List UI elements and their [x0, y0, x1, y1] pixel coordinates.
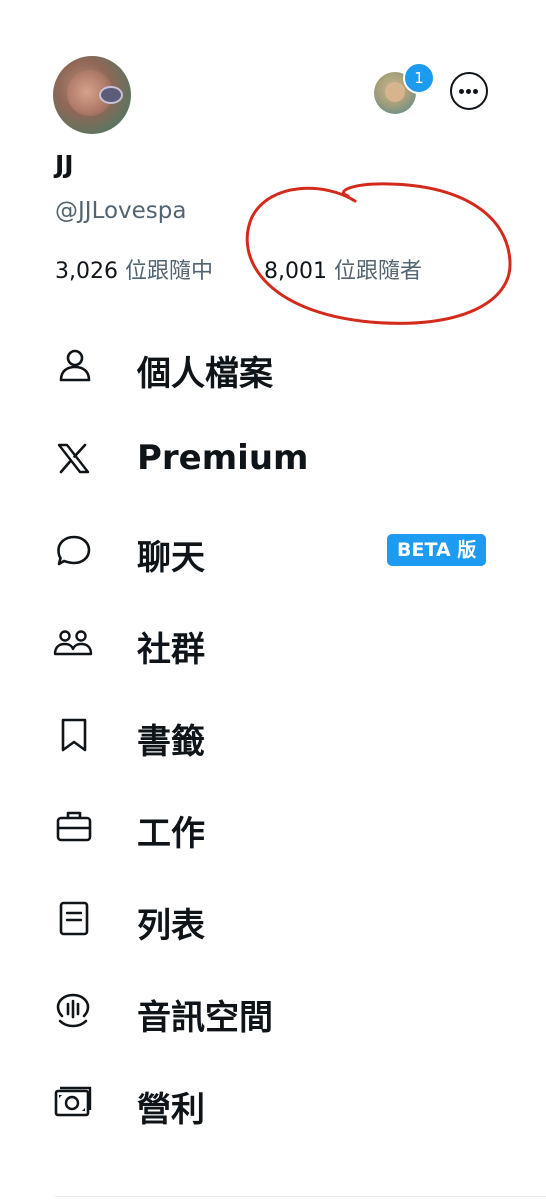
menu-item-label: 個人檔案	[137, 354, 273, 394]
more-dot	[466, 88, 471, 94]
more-dot	[459, 88, 464, 94]
following-label: 位跟隨中	[117, 259, 213, 284]
more-options-button[interactable]	[450, 72, 488, 110]
menu-item-communities[interactable]: 社群	[50, 612, 510, 672]
menu-item-label: 營利	[137, 1090, 205, 1130]
list-icon	[59, 901, 89, 936]
following-count: 3,026	[55, 259, 118, 284]
menu-item-jobs[interactable]: 工作	[50, 796, 510, 856]
menu-item-spaces[interactable]: 音訊空間	[50, 980, 510, 1040]
user-handle[interactable]: @JJLovespa	[55, 198, 187, 224]
more-dot	[473, 88, 478, 94]
menu-item-monetization[interactable]: 營利	[50, 1072, 510, 1132]
display-name[interactable]: JJ	[55, 150, 74, 179]
red-annotation-circle	[245, 182, 512, 325]
beta-badge: BETA 版	[387, 534, 487, 566]
menu-item-bookmarks[interactable]: 書籤	[50, 704, 510, 764]
communities-icon	[53, 630, 93, 656]
menu-item-label: 社群	[137, 630, 205, 670]
menu-item-lists[interactable]: 列表	[50, 888, 510, 948]
monetization-icon	[54, 1086, 92, 1117]
menu-item-premium[interactable]: Premium	[50, 428, 510, 488]
briefcase-icon	[56, 811, 92, 842]
menu-item-label: 書籤	[137, 722, 205, 762]
menu-item-chat[interactable]: 聊天 BETA 版	[50, 520, 510, 580]
avatar-sunglasses	[99, 86, 123, 104]
menu-item-label: 工作	[137, 814, 205, 854]
profile-avatar[interactable]	[53, 56, 131, 134]
menu-item-label: 列表	[137, 906, 205, 946]
x-logo-icon	[57, 443, 90, 474]
person-icon	[59, 349, 91, 382]
chat-bubble-icon	[57, 535, 91, 566]
bottom-divider	[55, 1196, 546, 1197]
notification-badge: 1	[403, 62, 435, 94]
switch-account-avatar-face	[385, 82, 405, 102]
menu-item-label: 聊天	[137, 538, 205, 578]
spaces-icon	[56, 993, 90, 1028]
menu-item-label: Premium	[137, 438, 309, 478]
following-stat[interactable]: 3,026 位跟隨中	[55, 253, 213, 285]
menu-item-profile[interactable]: 個人檔案	[50, 336, 510, 396]
menu-item-label: 音訊空間	[137, 998, 273, 1038]
bookmark-icon	[61, 718, 87, 752]
